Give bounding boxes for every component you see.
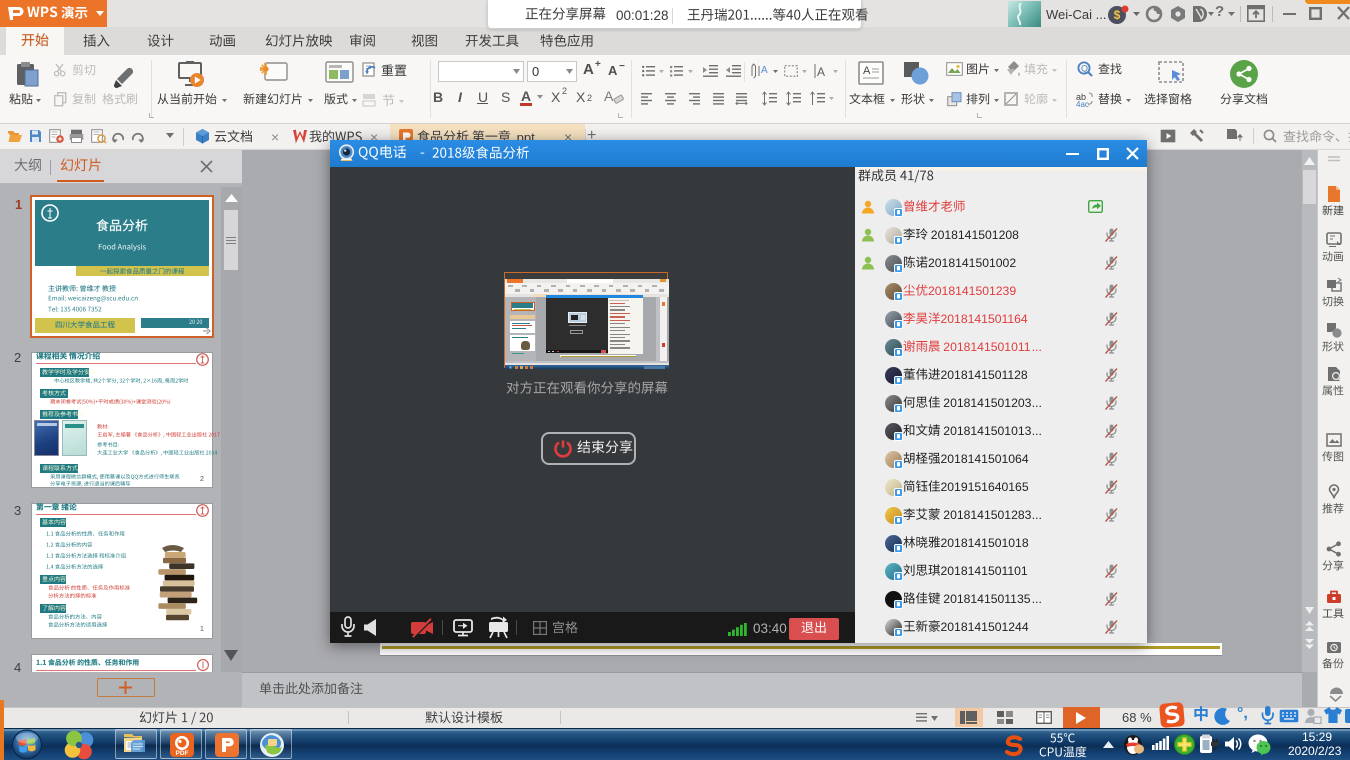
svg-text:A: A [761, 65, 768, 76]
svg-text:A: A [817, 65, 825, 79]
svg-text:A: A [604, 88, 614, 104]
svg-text:$: $ [1114, 8, 1121, 22]
svg-text:PDF: PDF [176, 750, 189, 757]
svg-text:Q: Q [1081, 64, 1088, 74]
svg-text:4ac: 4ac [1076, 100, 1089, 109]
svg-text:A: A [863, 65, 871, 77]
